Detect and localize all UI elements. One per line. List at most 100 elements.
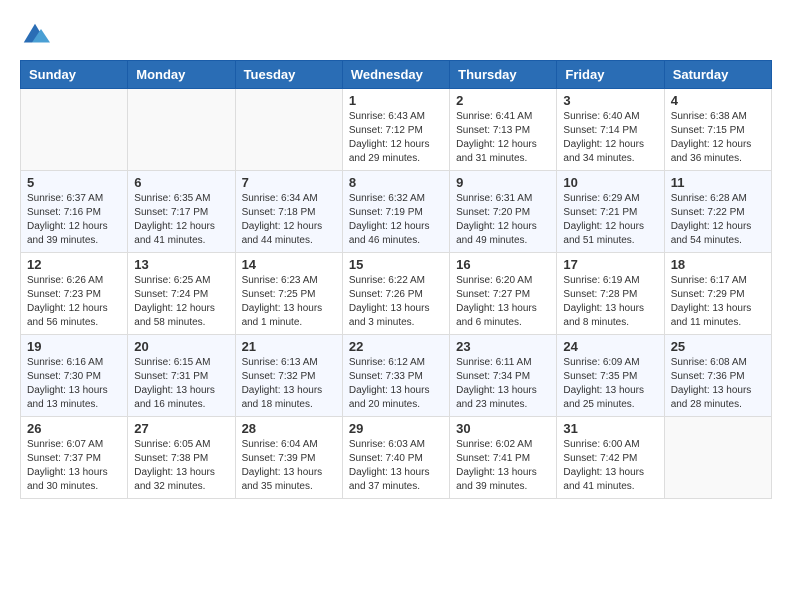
day-number: 30: [456, 421, 550, 436]
day-number: 18: [671, 257, 765, 272]
weekday-header-row: SundayMondayTuesdayWednesdayThursdayFrid…: [21, 61, 772, 89]
day-info: Sunrise: 6:22 AM Sunset: 7:26 PM Dayligh…: [349, 274, 443, 330]
day-info: Sunrise: 6:11 AM Sunset: 7:34 PM Dayligh…: [456, 356, 550, 412]
day-number: 6: [134, 175, 228, 190]
calendar-cell: 20 Sunrise: 6:15 AM Sunset: 7:31 PM Dayli…: [128, 335, 235, 417]
day-info: Sunrise: 6:12 AM Sunset: 7:33 PM Dayligh…: [349, 356, 443, 412]
calendar-cell: 21 Sunrise: 6:13 AM Sunset: 7:32 PM Dayli…: [235, 335, 342, 417]
day-info: Sunrise: 6:40 AM Sunset: 7:14 PM Dayligh…: [563, 110, 657, 166]
logo: [20, 20, 54, 50]
calendar-week-row: 26 Sunrise: 6:07 AM Sunset: 7:37 PM Dayli…: [21, 417, 772, 499]
day-number: 25: [671, 339, 765, 354]
calendar-cell: 2Sunrise: 6:41 AM Sunset: 7:13 PM Daylig…: [450, 89, 557, 171]
day-number: 28: [242, 421, 336, 436]
day-info: Sunrise: 6:19 AM Sunset: 7:28 PM Dayligh…: [563, 274, 657, 330]
calendar-cell: 12 Sunrise: 6:26 AM Sunset: 7:23 PM Dayli…: [21, 253, 128, 335]
calendar-cell: [664, 417, 771, 499]
calendar-cell: 1 Sunrise: 6:43 AM Sunset: 7:12 PM Daylig…: [342, 89, 449, 171]
day-info: Sunrise: 6:38 AM Sunset: 7:15 PM Dayligh…: [671, 110, 765, 166]
day-number: 23: [456, 339, 550, 354]
day-number: 12: [27, 257, 121, 272]
day-info: Sunrise: 6:05 AM Sunset: 7:38 PM Dayligh…: [134, 438, 228, 494]
day-number: 14: [242, 257, 336, 272]
calendar-table: SundayMondayTuesdayWednesdayThursdayFrid…: [20, 60, 772, 499]
day-number: 5: [27, 175, 121, 190]
day-number: 10: [563, 175, 657, 190]
day-number: 29: [349, 421, 443, 436]
day-number: 1: [349, 93, 443, 108]
logo-icon: [20, 20, 50, 50]
calendar-cell: 24 Sunrise: 6:09 AM Sunset: 7:35 PM Dayli…: [557, 335, 664, 417]
calendar-cell: 13 Sunrise: 6:25 AM Sunset: 7:24 PM Dayli…: [128, 253, 235, 335]
calendar-week-row: 12 Sunrise: 6:26 AM Sunset: 7:23 PM Dayli…: [21, 253, 772, 335]
day-number: 24: [563, 339, 657, 354]
day-info: Sunrise: 6:20 AM Sunset: 7:27 PM Dayligh…: [456, 274, 550, 330]
calendar-week-row: 1 Sunrise: 6:43 AM Sunset: 7:12 PM Daylig…: [21, 89, 772, 171]
day-number: 19: [27, 339, 121, 354]
day-info: Sunrise: 6:32 AM Sunset: 7:19 PM Dayligh…: [349, 192, 443, 248]
day-number: 22: [349, 339, 443, 354]
day-info: Sunrise: 6:25 AM Sunset: 7:24 PM Dayligh…: [134, 274, 228, 330]
weekday-header: Sunday: [21, 61, 128, 89]
day-info: Sunrise: 6:37 AM Sunset: 7:16 PM Dayligh…: [27, 192, 121, 248]
day-number: 16: [456, 257, 550, 272]
calendar-week-row: 19 Sunrise: 6:16 AM Sunset: 7:30 PM Dayli…: [21, 335, 772, 417]
day-number: 27: [134, 421, 228, 436]
calendar-cell: 16 Sunrise: 6:20 AM Sunset: 7:27 PM Dayli…: [450, 253, 557, 335]
day-number: 11: [671, 175, 765, 190]
day-info: Sunrise: 6:00 AM Sunset: 7:42 PM Dayligh…: [563, 438, 657, 494]
day-info: Sunrise: 6:31 AM Sunset: 7:20 PM Dayligh…: [456, 192, 550, 248]
day-number: 9: [456, 175, 550, 190]
calendar-cell: 28Sunrise: 6:04 AM Sunset: 7:39 PM Dayli…: [235, 417, 342, 499]
calendar-cell: [128, 89, 235, 171]
day-info: Sunrise: 6:03 AM Sunset: 7:40 PM Dayligh…: [349, 438, 443, 494]
day-number: 31: [563, 421, 657, 436]
calendar-cell: 26 Sunrise: 6:07 AM Sunset: 7:37 PM Dayli…: [21, 417, 128, 499]
day-info: Sunrise: 6:08 AM Sunset: 7:36 PM Dayligh…: [671, 356, 765, 412]
day-info: Sunrise: 6:13 AM Sunset: 7:32 PM Dayligh…: [242, 356, 336, 412]
calendar-cell: 6 Sunrise: 6:35 AM Sunset: 7:17 PM Daylig…: [128, 171, 235, 253]
day-number: 20: [134, 339, 228, 354]
calendar-cell: 22 Sunrise: 6:12 AM Sunset: 7:33 PM Dayli…: [342, 335, 449, 417]
calendar-cell: 4 Sunrise: 6:38 AM Sunset: 7:15 PM Daylig…: [664, 89, 771, 171]
weekday-header: Wednesday: [342, 61, 449, 89]
day-info: Sunrise: 6:28 AM Sunset: 7:22 PM Dayligh…: [671, 192, 765, 248]
calendar-cell: 29 Sunrise: 6:03 AM Sunset: 7:40 PM Dayli…: [342, 417, 449, 499]
day-info: Sunrise: 6:35 AM Sunset: 7:17 PM Dayligh…: [134, 192, 228, 248]
day-number: 21: [242, 339, 336, 354]
calendar-cell: 9 Sunrise: 6:31 AM Sunset: 7:20 PM Daylig…: [450, 171, 557, 253]
weekday-header: Saturday: [664, 61, 771, 89]
weekday-header: Monday: [128, 61, 235, 89]
day-info: Sunrise: 6:26 AM Sunset: 7:23 PM Dayligh…: [27, 274, 121, 330]
day-number: 15: [349, 257, 443, 272]
calendar-cell: 14 Sunrise: 6:23 AM Sunset: 7:25 PM Dayli…: [235, 253, 342, 335]
calendar-cell: [235, 89, 342, 171]
day-number: 4: [671, 93, 765, 108]
calendar-cell: 23 Sunrise: 6:11 AM Sunset: 7:34 PM Dayli…: [450, 335, 557, 417]
day-info: Sunrise: 6:23 AM Sunset: 7:25 PM Dayligh…: [242, 274, 336, 330]
day-number: 13: [134, 257, 228, 272]
weekday-header: Friday: [557, 61, 664, 89]
day-info: Sunrise: 6:43 AM Sunset: 7:12 PM Dayligh…: [349, 110, 443, 166]
calendar-cell: 7Sunrise: 6:34 AM Sunset: 7:18 PM Daylig…: [235, 171, 342, 253]
calendar-cell: 5 Sunrise: 6:37 AM Sunset: 7:16 PM Daylig…: [21, 171, 128, 253]
calendar-cell: 31 Sunrise: 6:00 AM Sunset: 7:42 PM Dayli…: [557, 417, 664, 499]
day-info: Sunrise: 6:15 AM Sunset: 7:31 PM Dayligh…: [134, 356, 228, 412]
weekday-header: Tuesday: [235, 61, 342, 89]
day-info: Sunrise: 6:17 AM Sunset: 7:29 PM Dayligh…: [671, 274, 765, 330]
calendar-cell: 3Sunrise: 6:40 AM Sunset: 7:14 PM Daylig…: [557, 89, 664, 171]
calendar-cell: 19 Sunrise: 6:16 AM Sunset: 7:30 PM Dayli…: [21, 335, 128, 417]
day-number: 17: [563, 257, 657, 272]
calendar-cell: 25 Sunrise: 6:08 AM Sunset: 7:36 PM Dayli…: [664, 335, 771, 417]
calendar-week-row: 5 Sunrise: 6:37 AM Sunset: 7:16 PM Daylig…: [21, 171, 772, 253]
day-info: Sunrise: 6:07 AM Sunset: 7:37 PM Dayligh…: [27, 438, 121, 494]
calendar-cell: 11 Sunrise: 6:28 AM Sunset: 7:22 PM Dayli…: [664, 171, 771, 253]
calendar-cell: 8Sunrise: 6:32 AM Sunset: 7:19 PM Daylig…: [342, 171, 449, 253]
day-info: Sunrise: 6:29 AM Sunset: 7:21 PM Dayligh…: [563, 192, 657, 248]
day-info: Sunrise: 6:16 AM Sunset: 7:30 PM Dayligh…: [27, 356, 121, 412]
day-info: Sunrise: 6:09 AM Sunset: 7:35 PM Dayligh…: [563, 356, 657, 412]
calendar-cell: [21, 89, 128, 171]
day-number: 26: [27, 421, 121, 436]
day-info: Sunrise: 6:34 AM Sunset: 7:18 PM Dayligh…: [242, 192, 336, 248]
calendar-cell: 27 Sunrise: 6:05 AM Sunset: 7:38 PM Dayli…: [128, 417, 235, 499]
